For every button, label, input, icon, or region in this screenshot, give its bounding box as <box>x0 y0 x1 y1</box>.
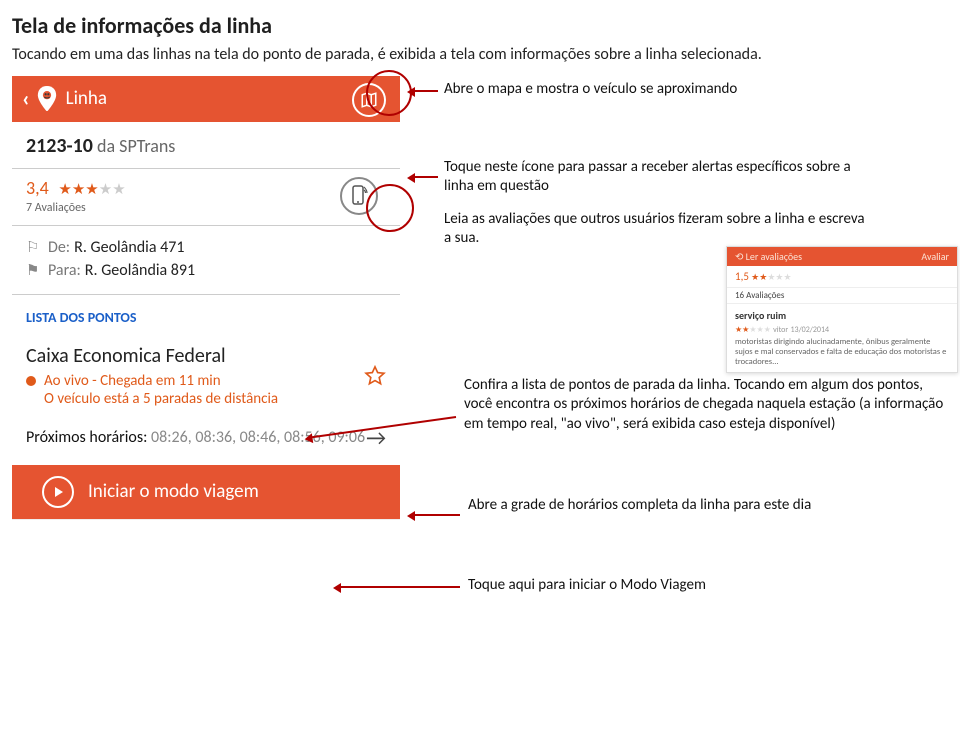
annotation-reviews: Leia as avaliações que outros usuários f… <box>444 210 874 249</box>
back-icon[interactable]: ‹ <box>22 85 30 112</box>
from-row: ⚐ De: R. Geolândia 471 <box>26 236 386 259</box>
reviews-write-link[interactable]: Avaliar <box>921 250 949 263</box>
annotation-map: Abre o mapa e mostra o veículo se aproxi… <box>444 80 864 100</box>
callout-arrow <box>410 176 438 178</box>
review-title: serviço ruim <box>735 309 949 322</box>
reviews-read-link[interactable]: ⟲ Ler avaliações <box>735 250 802 263</box>
star-icon: ★ <box>72 181 85 199</box>
callout-arrow <box>410 90 438 92</box>
next-times-values: 08:26, 08:36, 08:46, 08:56, 09:06 <box>151 428 365 447</box>
from-label: De: <box>48 238 70 257</box>
stop-item[interactable]: Caixa Economica Federal Ao vivo - Chegad… <box>12 334 400 418</box>
annotations-column: Abre o mapa e mostra o veículo se aproxi… <box>416 76 948 520</box>
mini-count: 16 Avaliações <box>727 288 957 304</box>
star-icon: ★ <box>99 181 112 199</box>
next-times-row[interactable]: Próximos horários: 08:26, 08:36, 08:46, … <box>12 418 400 465</box>
rating-block[interactable]: 3,4 ★★★★★ 7 Avaliações <box>12 169 400 226</box>
live-dot-icon <box>26 376 36 386</box>
favorite-star-icon[interactable] <box>364 365 386 387</box>
page-subtitle: Tocando em uma das linhas na tela do pon… <box>12 45 948 66</box>
play-icon <box>42 476 74 508</box>
live-distance: O veículo está a 5 paradas de distância <box>44 390 364 408</box>
callout-arrow <box>336 586 460 588</box>
callout-arrow <box>410 514 460 516</box>
review-user: vitor <box>773 325 788 335</box>
route-operator: da SPTrans <box>93 135 175 157</box>
to-label: Para: <box>48 261 81 280</box>
mini-stars: ★★★★★ <box>751 272 791 283</box>
rating-count: 7 Avaliações <box>26 201 340 215</box>
star-icon: ★ <box>85 181 98 199</box>
annotation-alert: Toque neste ícone para passar a receber … <box>444 158 874 197</box>
star-icon: ★ <box>112 181 125 199</box>
flag-end-icon: ⚑ <box>26 261 48 280</box>
from-to-block: ⚐ De: R. Geolândia 471 ⚑ Para: R. Geolân… <box>12 226 400 295</box>
route-block: 2123-10 da SPTrans <box>12 122 400 169</box>
rating-value: 3,4 <box>26 177 49 199</box>
review-body: motoristas dirigindo alucinadamente, ôni… <box>735 337 949 368</box>
page-title: Tela de informações da linha <box>12 12 948 39</box>
live-arrival: Ao vivo - Chegada em 11 min <box>44 372 221 390</box>
line-pin-icon <box>36 86 58 112</box>
reviews-inset: ⟲ Ler avaliações Avaliar 1,5 ★★★★★ 16 Av… <box>726 246 958 374</box>
star-icon: ★ <box>58 181 71 199</box>
start-trip-button[interactable]: Iniciar o modo viagem <box>12 465 400 519</box>
stop-name: Caixa Economica Federal <box>26 344 364 368</box>
stops-list-title: LISTA DOS PONTOS <box>12 295 400 334</box>
to-value: R. Geolândia 891 <box>85 261 195 280</box>
from-value: R. Geolândia 471 <box>74 238 184 257</box>
app-header: ‹ Linha <box>12 76 400 122</box>
header-title: Linha <box>66 87 107 110</box>
review-date: 13/02/2014 <box>790 325 829 335</box>
callout-circle <box>366 184 414 232</box>
annotation-trip: Toque aqui para iniciar o Modo Viagem <box>468 576 898 596</box>
annotation-grid: Abre a grade de horários completa da lin… <box>468 496 898 516</box>
next-times-label: Próximos horários: <box>26 428 151 447</box>
mini-score: 1,5 <box>735 270 749 283</box>
annotation-stops: Confira a lista de pontos de parada da l… <box>464 376 944 435</box>
review-stars: ★★★★★ <box>735 325 771 335</box>
route-code: 2123-10 <box>26 134 93 158</box>
start-trip-label: Iniciar o modo viagem <box>88 480 259 503</box>
to-row: ⚑ Para: R. Geolândia 891 <box>26 259 386 282</box>
flag-start-icon: ⚐ <box>26 238 48 257</box>
phone-mock: ‹ Linha 2123-10 da SPTrans 3,4 ★★★★★ 7 A… <box>12 76 400 520</box>
